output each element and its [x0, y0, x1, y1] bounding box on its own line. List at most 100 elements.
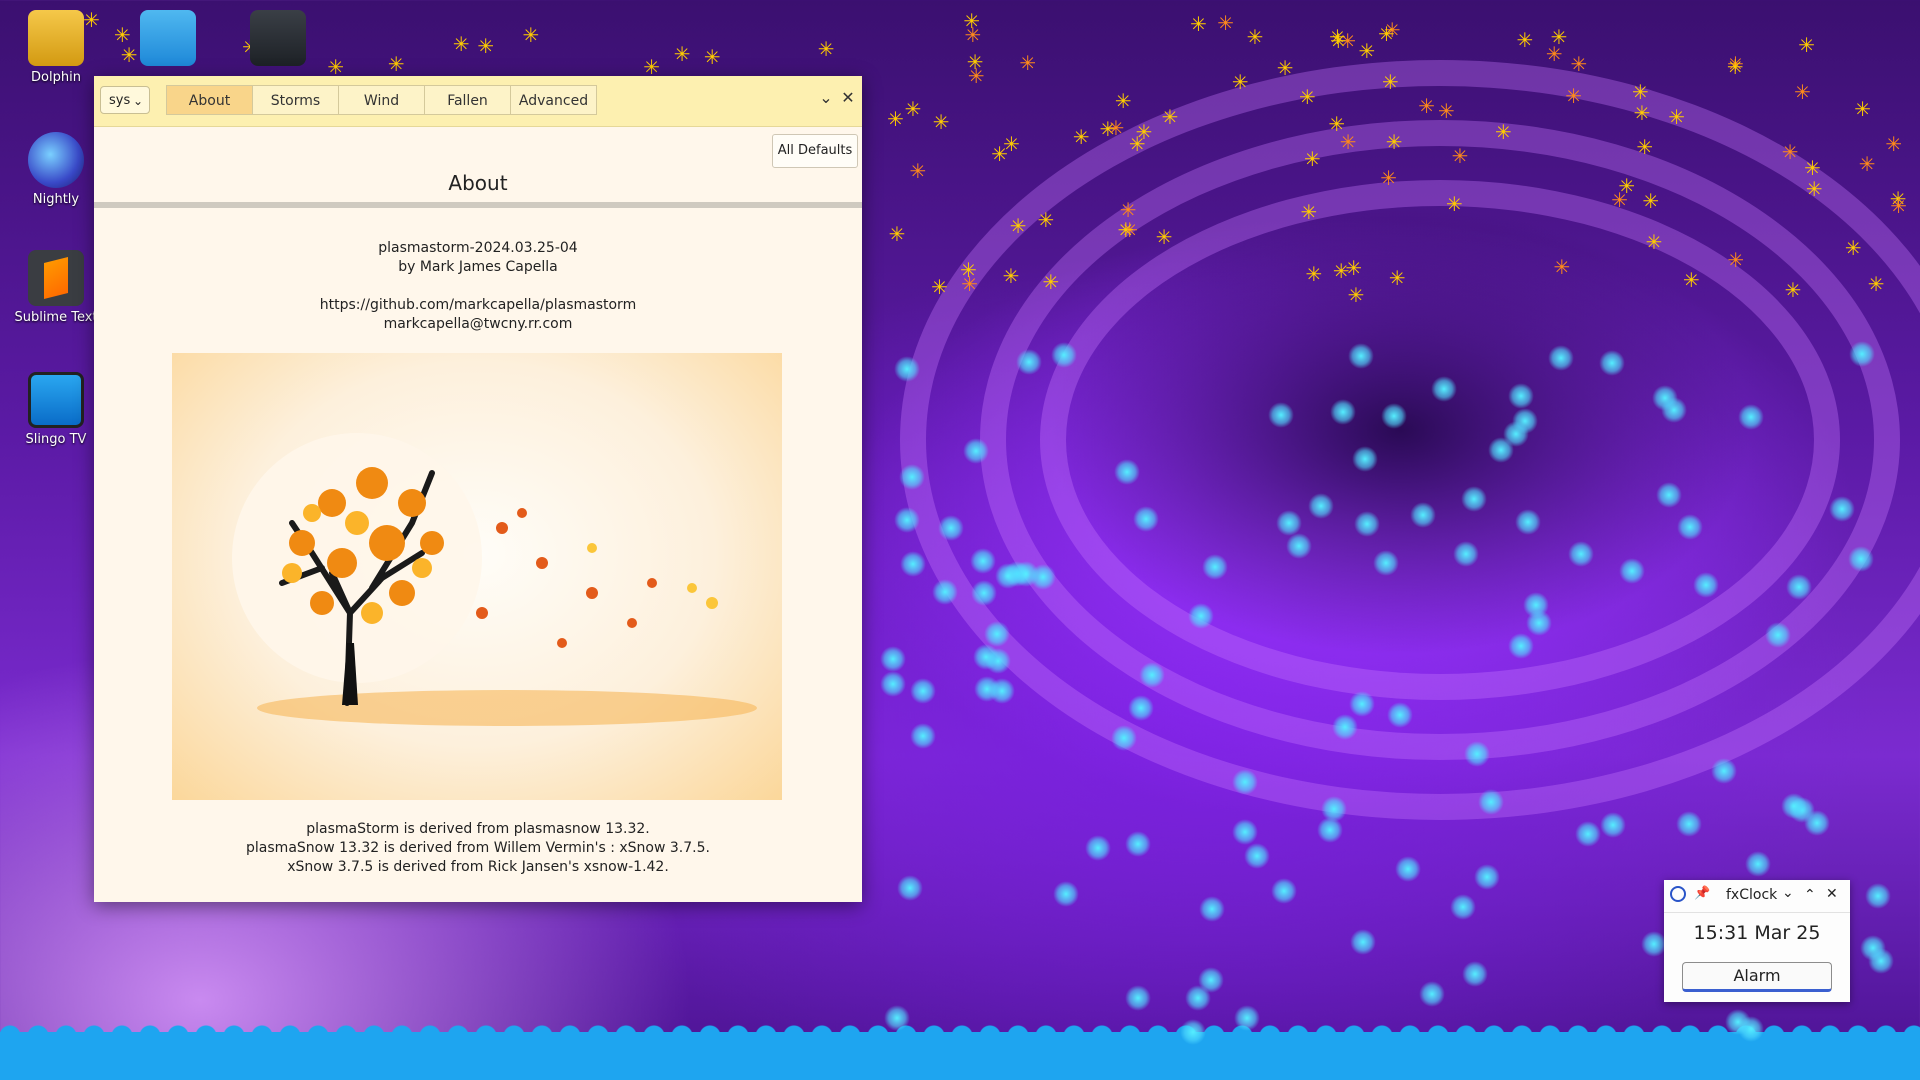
- snowflake-decoration: [1507, 382, 1534, 409]
- snowflake-decoration: [1285, 532, 1312, 559]
- star-decoration: ✳: [1446, 192, 1463, 217]
- chevron-up-icon[interactable]: ⌃: [1804, 887, 1816, 903]
- star-decoration: ✳: [904, 96, 922, 121]
- snowflake-decoration: [1331, 713, 1358, 740]
- desktop-icon-dolphin[interactable]: Dolphin: [8, 10, 104, 85]
- snowflake-decoration: [1275, 509, 1302, 536]
- snowflake-decoration: [1547, 345, 1574, 372]
- star-decoration: ✳: [1642, 188, 1660, 213]
- star-decoration: ✳: [1781, 139, 1799, 164]
- desktop-icon-sublime[interactable]: Sublime Text: [8, 250, 104, 325]
- snowflake-decoration: [1710, 757, 1737, 784]
- desktop-icon-folder[interactable]: [120, 10, 216, 70]
- snowflake-decoration: [1197, 967, 1224, 994]
- star-decoration: ✳: [1636, 135, 1654, 160]
- star-decoration: ✳: [1009, 214, 1027, 239]
- clock-time: 15:31: [1693, 922, 1749, 944]
- snowflake-decoration: [1676, 513, 1703, 540]
- tab-wind[interactable]: Wind: [338, 85, 425, 115]
- star-decoration: ✳: [1072, 124, 1090, 149]
- desktop-icon-slingo[interactable]: Slingo TV: [8, 372, 104, 447]
- star-decoration: ✳: [1645, 229, 1663, 254]
- credit-line: plasmaStorm is derived from plasmasnow 1…: [306, 821, 650, 837]
- star-decoration: ✳: [817, 36, 835, 61]
- snowflake-decoration: [1515, 508, 1542, 535]
- star-decoration: ✳: [1019, 50, 1037, 75]
- snowflake-decoration: [1232, 818, 1259, 845]
- snowflake-decoration: [1386, 702, 1413, 729]
- chevron-down-icon: ⌄: [132, 94, 143, 108]
- star-decoration: ✳: [1299, 85, 1316, 110]
- desktop-icon-settings[interactable]: [230, 10, 326, 70]
- star-decoration: ✳: [1854, 97, 1872, 122]
- snowflake-decoration: [1016, 348, 1043, 375]
- chevron-down-icon[interactable]: ⌄: [1782, 885, 1794, 901]
- star-decoration: ✳: [1437, 98, 1455, 123]
- star-decoration: ✳: [1190, 11, 1207, 36]
- star-decoration: ✳: [1114, 88, 1132, 113]
- snowflake-decoration: [1138, 662, 1165, 689]
- email-link[interactable]: markcapella@twcny.rr.com: [94, 316, 862, 332]
- snowflake-decoration: [937, 514, 964, 541]
- star-decoration: ✳: [887, 107, 904, 132]
- star-decoration: ✳: [1135, 119, 1153, 144]
- close-icon[interactable]: ✕: [838, 88, 858, 107]
- snowflake-decoration: [880, 671, 907, 698]
- star-decoration: ✳: [991, 141, 1008, 166]
- star-decoration: ✳: [1161, 105, 1179, 130]
- close-icon[interactable]: ✕: [1826, 886, 1838, 902]
- star-decoration: ✳: [1858, 152, 1876, 177]
- star-decoration: ✳: [1380, 165, 1397, 190]
- snow-ground: [0, 1032, 1920, 1080]
- star-decoration: ✳: [1107, 116, 1125, 141]
- snowflake-decoration: [1507, 633, 1534, 660]
- snowflake-decoration: [1661, 396, 1688, 423]
- tab-fallen[interactable]: Fallen: [424, 85, 511, 115]
- sys-menu-button[interactable]: sys ⌄: [100, 86, 150, 114]
- page-title: About: [448, 171, 508, 195]
- minimize-chevron-icon[interactable]: ⌄: [816, 88, 836, 107]
- star-decoration: ✳: [1117, 217, 1135, 242]
- snowflake-decoration: [1330, 398, 1357, 425]
- star-decoration: ✳: [1037, 208, 1055, 233]
- clock-date: Mar 25: [1754, 922, 1821, 944]
- tab-about[interactable]: About: [166, 85, 253, 115]
- desktop-icon-nightly[interactable]: Nightly: [8, 132, 104, 207]
- snowflake-decoration: [1418, 981, 1445, 1008]
- star-decoration: ✳: [1784, 277, 1802, 302]
- settings-panel-icon: [250, 10, 306, 66]
- desktop-icon-label: Nightly: [32, 192, 80, 207]
- snowflake-decoration: [1111, 724, 1138, 751]
- alarm-button[interactable]: Alarm: [1682, 962, 1832, 992]
- snowflake-decoration: [909, 677, 936, 704]
- snowflake-decoration: [1780, 792, 1807, 819]
- snowflake-decoration: [1452, 540, 1479, 567]
- snowflake-decoration: [1231, 768, 1258, 795]
- tab-advanced[interactable]: Advanced: [510, 85, 597, 115]
- star-decoration: ✳: [1798, 33, 1815, 58]
- star-decoration: ✳: [1727, 247, 1745, 272]
- snowflake-decoration: [1085, 835, 1112, 862]
- snowflake-decoration: [1395, 855, 1422, 882]
- star-decoration: ✳: [1618, 173, 1636, 198]
- clock-title: fxClock: [1726, 887, 1778, 903]
- pin-icon[interactable]: 📌: [1694, 886, 1710, 901]
- snowflake-decoration: [1198, 895, 1225, 922]
- star-decoration: ✳: [1545, 42, 1563, 67]
- snowflake-decoration: [909, 723, 936, 750]
- folder-icon: [140, 10, 196, 66]
- star-decoration: ✳: [1217, 10, 1234, 35]
- github-link[interactable]: https://github.com/markcapella/plasmasto…: [94, 297, 862, 313]
- author-text: by Mark James Capella: [398, 259, 558, 275]
- snowflake-decoration: [1449, 894, 1476, 921]
- fxclock-window: 📌 fxClock ⌄ ⌃ ✕ 15:31 Mar 25 Alarm: [1664, 880, 1850, 1002]
- snowflake-decoration: [1202, 553, 1229, 580]
- star-decoration: ✳: [452, 31, 470, 56]
- credit-line: plasmaSnow 13.32 is derived from Willem …: [246, 840, 710, 856]
- snowflake-decoration: [1244, 843, 1271, 870]
- tab-storms[interactable]: Storms: [252, 85, 339, 115]
- star-decoration: ✳: [1119, 197, 1137, 222]
- snowflake-decoration: [1692, 571, 1719, 598]
- all-defaults-button[interactable]: All Defaults: [772, 134, 858, 168]
- star-decoration: ✳: [931, 275, 948, 300]
